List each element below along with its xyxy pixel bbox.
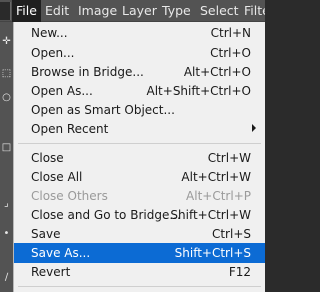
menu-filter[interactable]: Filte: [244, 0, 265, 22]
menu-item-shortcut: Alt+Ctrl+W: [181, 170, 251, 184]
menu-separator: [18, 286, 261, 287]
chevron-right-icon: [252, 124, 256, 132]
menu-item-label: New...: [31, 26, 68, 40]
menu-item-label: Close Others: [31, 189, 108, 203]
tools-panel: ✛ ⬚ ○ □ ⌟ • ∕: [0, 22, 14, 292]
menu-item-close-and-go-to-bridge[interactable]: Close and Go to Bridge... Shift+Ctrl+W: [14, 205, 265, 225]
menu-item-close-others: Close Others Alt+Ctrl+P: [14, 186, 265, 206]
menu-item-shortcut: Shift+Ctrl+W: [170, 208, 251, 222]
menu-item-shortcut: Ctrl+W: [207, 151, 251, 165]
menu-item-close[interactable]: Close Ctrl+W: [14, 148, 265, 168]
menu-item-label: Close: [31, 151, 64, 165]
menu-item-shortcut: Alt+Ctrl+P: [186, 189, 251, 203]
menu-item-label: Open...: [31, 46, 75, 60]
menu-item-shortcut: Alt+Shift+Ctrl+O: [146, 84, 251, 98]
menu-item-open-as-smart-object[interactable]: Open as Smart Object...: [14, 100, 265, 120]
menu-item-open[interactable]: Open... Ctrl+O: [14, 43, 265, 63]
menu-type[interactable]: Type: [162, 0, 191, 22]
menu-item-label: Open As...: [31, 84, 93, 98]
menu-item-shortcut: F12: [228, 265, 251, 279]
menu-edit[interactable]: Edit: [45, 0, 69, 22]
menu-item-shortcut: Alt+Ctrl+O: [183, 65, 251, 79]
brush-tool-icon[interactable]: ∕: [1, 272, 12, 283]
menu-item-open-as[interactable]: Open As... Alt+Shift+Ctrl+O: [14, 81, 265, 101]
menu-item-label: Save As...: [31, 246, 91, 260]
menu-item-label: Open as Smart Object...: [31, 103, 175, 117]
quick-select-tool-icon[interactable]: □: [1, 142, 12, 153]
menu-bar: File Edit Image Layer Type Select Filte: [0, 0, 265, 22]
menu-item-shortcut: Ctrl+N: [210, 26, 251, 40]
photoshop-window: File Edit Image Layer Type Select Filte …: [0, 0, 265, 292]
menu-item-label: Open Recent: [31, 122, 109, 136]
menu-item-shortcut: Shift+Ctrl+S: [174, 246, 251, 260]
menu-item-new[interactable]: New... Ctrl+N: [14, 23, 265, 43]
menu-file[interactable]: File: [12, 0, 41, 22]
menu-item-browse-in-bridge[interactable]: Browse in Bridge... Alt+Ctrl+O: [14, 62, 265, 82]
menu-item-open-recent[interactable]: Open Recent: [14, 119, 265, 139]
menu-select[interactable]: Select: [200, 0, 239, 22]
menu-item-save-as[interactable]: Save As... Shift+Ctrl+S: [14, 243, 265, 263]
app-icon[interactable]: [0, 2, 11, 20]
menu-item-label: Browse in Bridge...: [31, 65, 144, 79]
menu-item-shortcut: Ctrl+S: [211, 227, 251, 241]
menu-item-revert[interactable]: Revert F12: [14, 262, 265, 282]
marquee-tool-icon[interactable]: ⬚: [1, 68, 12, 79]
menu-item-shortcut: Ctrl+O: [210, 46, 251, 60]
menu-item-label: Revert: [31, 265, 71, 279]
menu-separator: [18, 143, 261, 144]
menu-item-label: Save: [31, 227, 61, 241]
menu-item-label: Close All: [31, 170, 83, 184]
crop-tool-icon[interactable]: ⌟: [1, 198, 12, 209]
menu-item-save[interactable]: Save Ctrl+S: [14, 224, 265, 244]
menu-image[interactable]: Image: [78, 0, 117, 22]
menu-item-close-all[interactable]: Close All Alt+Ctrl+W: [14, 167, 265, 187]
lasso-tool-icon[interactable]: ○: [1, 92, 12, 103]
menu-item-label: Close and Go to Bridge...: [31, 208, 181, 222]
menu-layer[interactable]: Layer: [122, 0, 157, 22]
move-tool-icon[interactable]: ✛: [1, 36, 12, 47]
file-menu-dropdown: New... Ctrl+N Open... Ctrl+O Browse in B…: [13, 22, 265, 292]
eyedropper-tool-icon[interactable]: •: [1, 228, 12, 239]
